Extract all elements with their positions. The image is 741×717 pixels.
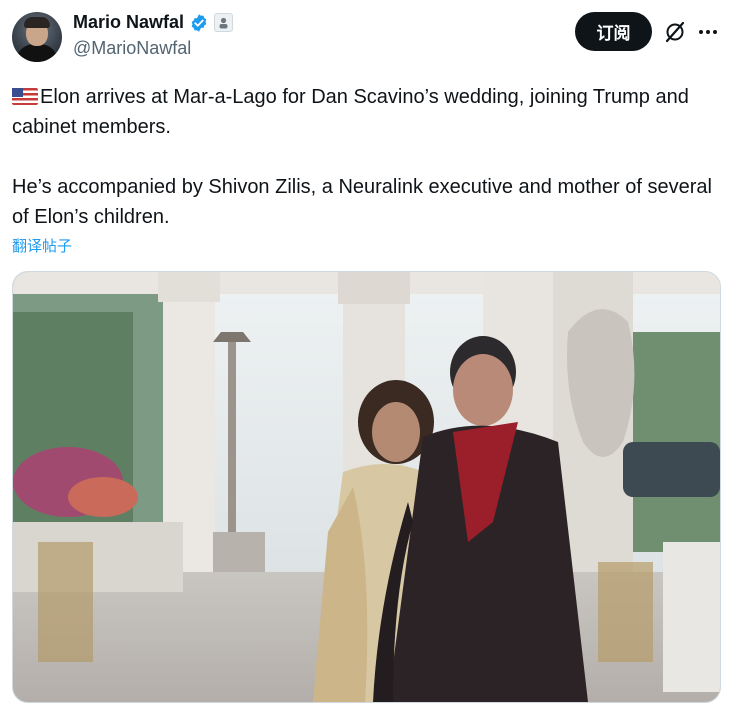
author-name[interactable]: Mario Nawfal bbox=[73, 12, 184, 33]
tweet-text: Elon arrives at Mar-a-Lago for Dan Scavi… bbox=[12, 82, 727, 232]
grok-icon[interactable] bbox=[663, 20, 687, 44]
author-avatar[interactable] bbox=[12, 12, 62, 62]
avatar-hair bbox=[24, 17, 50, 28]
tweet-post: Mario Nawfal @MarioNawfal 订阅 Elon arrive… bbox=[0, 0, 741, 717]
tweet-paragraph-2: He’s accompanied by Shivon Zilis, a Neur… bbox=[12, 176, 712, 228]
author-name-row: Mario Nawfal bbox=[73, 12, 234, 33]
more-dot bbox=[706, 30, 710, 34]
translate-link[interactable]: 翻译帖子 bbox=[12, 235, 72, 256]
more-dot bbox=[699, 30, 703, 34]
avatar-body bbox=[16, 44, 58, 62]
us-flag-icon bbox=[12, 88, 38, 105]
affiliate-badge-icon[interactable] bbox=[214, 13, 234, 32]
more-dot bbox=[713, 30, 717, 34]
tweet-paragraph-1: Elon arrives at Mar-a-Lago for Dan Scavi… bbox=[12, 82, 727, 142]
author-handle[interactable]: @MarioNawfal bbox=[73, 38, 191, 59]
more-icon[interactable] bbox=[696, 20, 720, 44]
tweet-line-1: Elon arrives at Mar-a-Lago for Dan Scavi… bbox=[12, 86, 689, 138]
verified-badge-icon[interactable] bbox=[189, 13, 209, 33]
tweet-video[interactable] bbox=[12, 271, 721, 703]
subscribe-button[interactable]: 订阅 bbox=[575, 12, 652, 51]
